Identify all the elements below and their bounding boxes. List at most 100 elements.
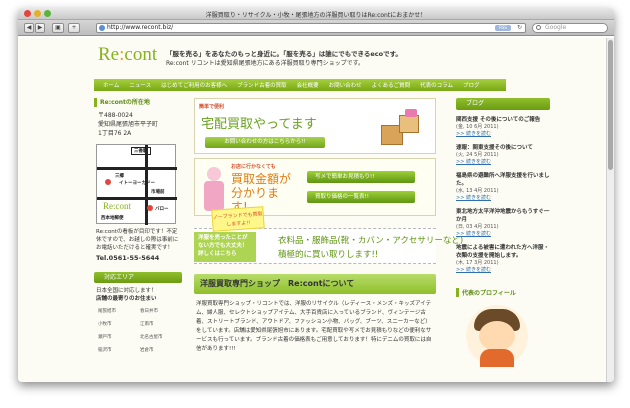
visit-note: Re:contの看板が目印です！不定休ですので、お越しの際は事前にお電話いただけ… — [96, 229, 179, 251]
nav-item-contact[interactable]: お問い合わせ — [324, 81, 367, 89]
browser-toolbar: ◀ ▶ ▣ + http://www.recont.biz/ RSS ↻ Goo… — [18, 20, 614, 36]
nav-item-blog[interactable]: ブログ — [458, 81, 485, 89]
forward-button[interactable]: ▶ — [35, 23, 45, 33]
map-shop-logo: Re:cont — [103, 201, 131, 211]
main-nav: ホーム ニュース はじめてご利用のお客様へ ブランド古着の買取 会社概要 お問い… — [94, 79, 506, 91]
site-logo[interactable]: Re:cont — [98, 44, 157, 66]
price-check-banner: お店に行かなくても 買取金額が分かります! 写メで簡単お見積もり!! 買取り価格… — [194, 158, 436, 216]
items-line2: 積極的に買い取りします!! — [278, 250, 379, 260]
title-bar: 洋服買取り・リサイクル・小牧・尾張地方の洋服買い取りはRe:contにおまかせ！ — [18, 8, 614, 20]
read-more-link[interactable]: >> 続きを読む — [456, 267, 550, 274]
page-viewport: Re:cont 「服を売る」をあなたのもっと身近に。「服を売る」は誰にでもできる… — [18, 38, 606, 382]
shop-map[interactable]: 三香駅 三郷 イトーヨーカドー 市場前 バロー 西本地郵便 Re:cont — [96, 144, 177, 225]
area-list: 尾張旭市 春日井市 小牧市 江南市 瀬戸市 北名古屋市 稲沢市 岩倉市 — [94, 303, 182, 353]
read-more-link[interactable]: >> 続きを読む — [456, 159, 550, 166]
area-item: 岩倉市 — [140, 348, 154, 353]
price-kicker: お店に行かなくても — [231, 164, 276, 170]
page-scrollbar[interactable] — [606, 38, 614, 382]
read-more-link[interactable]: >> 続きを読む — [456, 231, 550, 238]
blog-post-title[interactable]: 地震による被害に遭われた方へ洋服・衣類の支援を開始します。 — [456, 244, 550, 260]
area-item: 瀬戸市 — [98, 335, 112, 340]
delivery-title: 宅配買取やってます — [201, 117, 317, 132]
rss-icon[interactable]: RSS — [495, 25, 511, 31]
blog-post-date: (金, 10 6月 2011) — [456, 124, 499, 130]
blog-post-date: (水, 13 4月 2011) — [456, 188, 499, 194]
map-label-ichiba: 市場前 — [151, 190, 165, 195]
scrollbar-thumb[interactable] — [608, 40, 613, 170]
tagline-primary: 「服を売る」をあなたのもっと身近に。「服を売る」は誰にでもできるecoです。 — [166, 50, 402, 58]
nav-item-column[interactable]: 代表のコラム — [415, 81, 458, 89]
read-more-link[interactable]: >> 続きを読む — [456, 131, 550, 138]
first-time-callout[interactable]: 洋服を売ったことがない方でも大丈夫！詳しくはこちら — [194, 232, 256, 262]
logo-text-cont: cont — [124, 44, 158, 65]
phone-number: Tel.0561-55-5644 — [96, 254, 160, 262]
left-sidebar: Re:contの所在地 〒488-0024 愛知県尾張旭市平子町 1丁目76 2… — [94, 98, 182, 353]
blog-post-date: (木, 17 3月 2011) — [456, 260, 499, 266]
tagline-secondary: Re:cont リコントは愛知県尾張地方にある洋服買取り専門ショップです。 — [166, 60, 365, 67]
map-label-kaido: 三郷 — [115, 174, 124, 179]
area-item: 北名古屋市 — [140, 335, 163, 340]
buyback-items-banner[interactable]: 洋服を売ったことがない方でも大丈夫！詳しくはこちら 衣料品・服飾品(靴・カバン・… — [194, 228, 463, 264]
area-item: 江南市 — [140, 322, 154, 327]
no-brand-badge: ノーブランドでも買取しますよ!! — [211, 206, 265, 232]
reload-icon[interactable]: ↻ — [517, 24, 522, 32]
blog-title[interactable]: ブログ — [456, 98, 550, 110]
nav-item-news[interactable]: ニュース — [124, 81, 156, 89]
home-delivery-banner[interactable]: 簡単で便利 宅配買取やってます お問い合わせの方はこちらから!! — [194, 98, 436, 154]
address-postal: 〒488-0024 — [98, 112, 133, 119]
blog-post-title[interactable]: 東北地方太平洋沖地震からもうすぐ一か月 — [456, 208, 550, 224]
nav-item-first-time[interactable]: はじめてご利用のお客様へ — [156, 81, 232, 89]
blog-post: 福島県の避難所へ洋服支援を行いました。 (水, 13 4月 2011) >> 続… — [456, 172, 550, 202]
back-button[interactable]: ◀ — [24, 23, 34, 33]
read-more-link[interactable]: >> 続きを読む — [456, 195, 550, 202]
bookmarks-button[interactable]: ▣ — [52, 23, 64, 33]
search-placeholder: Google — [545, 24, 567, 31]
blog-post: 東北地方太平洋沖地震からもうすぐ一か月 (日, 03 4月 2011) >> 続… — [456, 208, 550, 238]
area-item: 小牧市 — [98, 322, 112, 327]
nav-item-company[interactable]: 会社概要 — [292, 81, 324, 89]
nav-item-home[interactable]: ホーム — [98, 81, 124, 89]
nav-item-faq[interactable]: よくあるご質問 — [367, 81, 416, 89]
dress-icon — [204, 181, 224, 211]
logo-text-re: Re — [98, 44, 120, 65]
add-bookmark-button[interactable]: + — [68, 23, 80, 33]
search-input[interactable]: Google — [532, 23, 608, 33]
boxes-illustration — [377, 107, 425, 147]
blog-post-title[interactable]: 福島県の避難所へ洋服支援を行いました。 — [456, 172, 550, 188]
box-icon — [399, 115, 419, 133]
search-icon — [536, 25, 541, 30]
avatar[interactable] — [466, 305, 528, 367]
about-text: 洋服買取専門ショップ・リコントでは、洋服のリサイクル（レディース・メンズ・キッズ… — [196, 301, 432, 352]
avatar-body — [480, 349, 514, 367]
map-road-top — [97, 167, 177, 170]
items-line1: 衣料品・服飾品(靴・カバン・アクセサリーなど) — [278, 236, 464, 246]
area-item: 稲沢市 — [98, 348, 112, 353]
url-text: http://www.recont.biz/ — [107, 24, 174, 31]
photo-estimate-button[interactable]: 写メで簡単お見積もり!! — [307, 171, 415, 183]
blog-post-title[interactable]: 速報：関東支援その後について — [456, 144, 550, 152]
blog-post-title[interactable]: 関西支援 その後についてのご報告 — [456, 116, 550, 124]
shop-address: 〒488-0024 愛知県尾張旭市平子町 1丁目76 2A — [94, 111, 182, 138]
price-list-button[interactable]: 買取り価格の一覧表!! — [307, 191, 415, 203]
service-area-title: 対応エリア — [94, 272, 182, 283]
map-label-yokado: イトーヨーカドー — [119, 181, 155, 186]
hat-icon — [207, 167, 221, 181]
map-label-station: 三香駅 — [131, 147, 151, 155]
avatar-face — [479, 321, 515, 351]
service-area-text: 日本全国に対応します！ 店舗の最寄りのお住まい — [94, 283, 182, 303]
blog-post: 関西支援 その後についてのご報告 (金, 10 6月 2011) >> 続きを読… — [456, 116, 550, 138]
map-road-bottom — [97, 197, 177, 200]
map-pin-yokado — [105, 179, 111, 185]
map-label-nishi: 西本地郵便 — [101, 216, 124, 221]
about-title: 洋服買取専門ショップ Re:contについて — [194, 274, 436, 294]
shop-location-title: Re:contの所在地 — [94, 98, 182, 107]
area-line1: 日本全国に対応します！ — [96, 288, 157, 294]
globe-icon — [99, 25, 105, 31]
delivery-flow-button[interactable]: お問い合わせの方はこちらから!! — [205, 137, 325, 148]
nav-item-brand-buyback[interactable]: ブランド古着の買取 — [232, 81, 292, 89]
area-line2: 店舗の最寄りのお住まい — [96, 296, 157, 302]
blog-post: 地震による被害に遭われた方へ洋服・衣類の支援を開始します。 (木, 17 3月 … — [456, 244, 550, 274]
clothing-icon — [405, 109, 417, 117]
delivery-kicker: 簡単で便利 — [199, 104, 225, 110]
address-bar[interactable]: http://www.recont.biz/ RSS ↻ — [96, 23, 526, 33]
